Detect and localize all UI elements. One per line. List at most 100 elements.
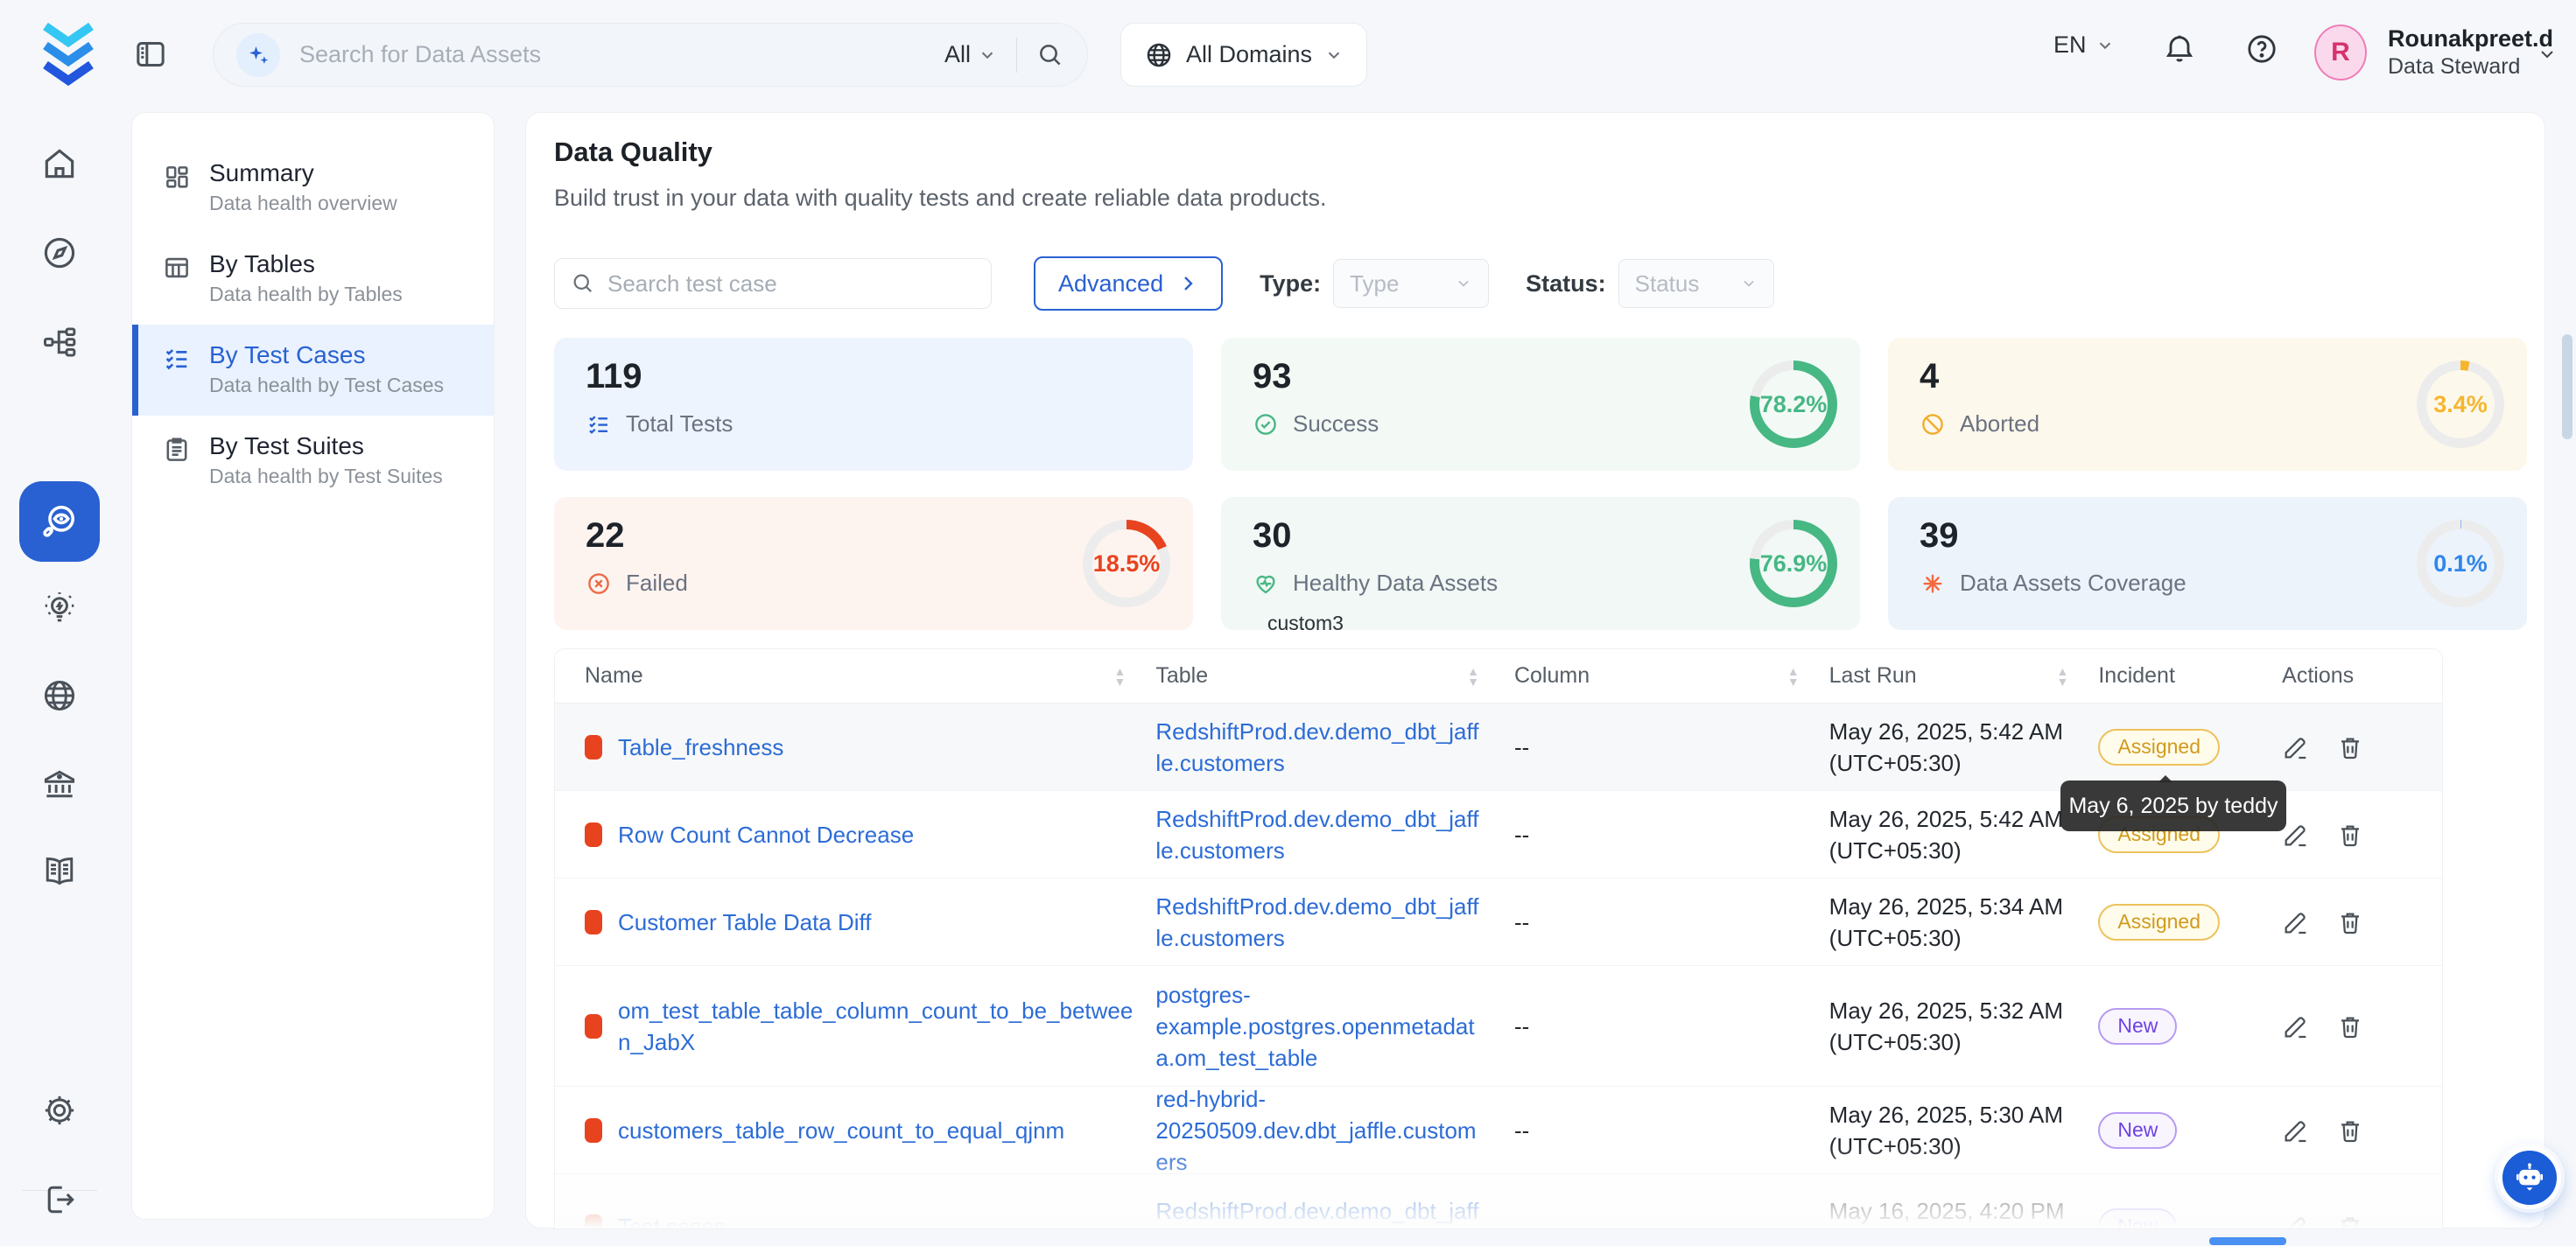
insights-bulb-icon[interactable]: [40, 589, 79, 627]
type-filter-select[interactable]: Type: [1333, 259, 1489, 308]
divider: [1016, 38, 1017, 73]
delete-trash-icon[interactable]: [2336, 1012, 2364, 1040]
tooltip-text: May 6, 2025 by teddy: [2068, 794, 2278, 819]
table-row[interactable]: customers_table_row_count_to_equal_qjnm …: [555, 1087, 2442, 1174]
delete-trash-icon[interactable]: [2336, 1116, 2364, 1144]
chat-assistant-bubble[interactable]: [2498, 1146, 2561, 1209]
last-run-value: May 26, 2025, 5:30 AM (UTC+05:30): [1829, 1102, 2063, 1159]
explore-compass-icon[interactable]: [40, 234, 79, 272]
chevron-down-icon: [1455, 275, 1472, 292]
domains-dropdown[interactable]: All Domains: [1120, 23, 1367, 87]
search-icon[interactable]: [1036, 41, 1064, 69]
delete-trash-icon[interactable]: [2336, 908, 2364, 936]
delete-trash-icon[interactable]: [2336, 1213, 2364, 1230]
test-case-link[interactable]: Test cases: [618, 1211, 726, 1230]
table-row[interactable]: Customer Table Data Diff RedshiftProd.de…: [555, 878, 2442, 966]
column-value: --: [1514, 1214, 1529, 1230]
test-case-link[interactable]: customers_table_row_count_to_equal_qjnm: [618, 1115, 1064, 1146]
nav-item-subtitle: Data health by Tables: [209, 279, 403, 309]
global-search-bar[interactable]: Search for Data Assets All: [213, 23, 1088, 87]
edit-pencil-icon[interactable]: [2282, 1116, 2310, 1144]
test-case-link[interactable]: Table_freshness: [618, 732, 783, 763]
edit-pencil-icon[interactable]: [2282, 821, 2310, 849]
table-row[interactable]: om_test_table_table_column_count_to_be_b…: [555, 966, 2442, 1087]
column-header-column[interactable]: Column ▲▼: [1502, 663, 1817, 689]
horizontal-scrollbar-thumb[interactable]: [2209, 1237, 2286, 1245]
app-logo-icon[interactable]: [35, 19, 102, 89]
table-link[interactable]: RedshiftProd.dev.demo_dbt_jaffle.custome…: [1155, 1198, 1478, 1230]
table-link[interactable]: red-hybrid-20250509.dev.dbt_jaffle.custo…: [1155, 1086, 1476, 1175]
column-header-table[interactable]: Table ▲▼: [1143, 663, 1502, 689]
governance-bank-icon[interactable]: [40, 765, 79, 803]
ban-icon: [1920, 411, 1946, 438]
delete-trash-icon[interactable]: [2336, 733, 2364, 761]
test-case-link[interactable]: om_test_table_table_column_count_to_be_b…: [618, 995, 1143, 1058]
table-link[interactable]: RedshiftProd.dev.demo_dbt_jaffle.custome…: [1155, 718, 1478, 776]
sidebar-collapse-icon[interactable]: [133, 37, 168, 72]
incident-badge[interactable]: Assigned: [2098, 729, 2220, 766]
incident-badge[interactable]: New: [2098, 1008, 2177, 1045]
status-filter-select[interactable]: Status: [1618, 259, 1774, 308]
stat-card-total-tests: 119 Total Tests: [554, 338, 1193, 471]
sort-icon[interactable]: ▲▼: [1467, 667, 1479, 686]
observability-search-eye-icon[interactable]: [19, 481, 100, 562]
global-search-placeholder[interactable]: Search for Data Assets: [299, 41, 944, 68]
topbar: Search for Data Assets All All Domains E…: [0, 0, 2576, 109]
test-case-link[interactable]: Row Count Cannot Decrease: [618, 819, 914, 850]
nav-item-by-test-suites[interactable]: By Test Suites Data health by Test Suite…: [132, 416, 494, 507]
test-case-search-input[interactable]: Search test case: [554, 258, 992, 309]
filter-bar: Search test case Advanced Type: Type Sta…: [554, 256, 1774, 311]
domains-label: All Domains: [1186, 41, 1312, 68]
glossary-book-icon[interactable]: [40, 852, 79, 891]
last-run-value: May 26, 2025, 5:42 AM (UTC+05:30): [1829, 718, 2063, 776]
home-icon[interactable]: [40, 144, 79, 183]
settings-gear-icon[interactable]: [40, 1091, 79, 1130]
column-header-name[interactable]: Name ▲▼: [555, 663, 1143, 689]
vertical-scrollbar-thumb[interactable]: [2562, 334, 2572, 439]
lineage-tree-icon[interactable]: [40, 323, 79, 361]
help-icon[interactable]: [2244, 32, 2279, 66]
language-dropdown[interactable]: EN: [2053, 32, 2115, 59]
logout-icon[interactable]: [40, 1180, 79, 1219]
sort-icon[interactable]: ▲▼: [1114, 667, 1127, 686]
status-failed-indicator: [585, 1214, 602, 1230]
user-avatar[interactable]: R: [2314, 24, 2367, 80]
table-row[interactable]: Test cases RedshiftProd.dev.demo_dbt_jaf…: [555, 1174, 2442, 1229]
sort-icon[interactable]: ▲▼: [2056, 667, 2068, 686]
table-link[interactable]: RedshiftProd.dev.demo_dbt_jaffle.custome…: [1155, 806, 1478, 864]
edit-pencil-icon[interactable]: [2282, 1012, 2310, 1040]
user-menu-chevron-icon[interactable]: [2537, 44, 2558, 65]
column-header-last-run[interactable]: Last Run ▲▼: [1817, 663, 2087, 689]
ai-sparkle-icon[interactable]: [236, 33, 280, 77]
column-header-incident: Incident: [2086, 663, 2270, 689]
nav-item-subtitle: Data health overview: [209, 188, 397, 218]
custom3-label: custom3: [1267, 612, 1344, 635]
last-run-value: May 16, 2025, 4:20 PM (UTC+05:30): [1829, 1198, 2065, 1230]
table-link[interactable]: RedshiftProd.dev.demo_dbt_jaffle.custome…: [1155, 893, 1478, 951]
nav-item-summary[interactable]: Summary Data health overview: [132, 143, 494, 234]
last-run-value: May 26, 2025, 5:42 AM (UTC+05:30): [1829, 806, 2063, 864]
stat-value: 119: [586, 357, 1193, 396]
ring-percentage: 76.9%: [1750, 520, 1837, 607]
test-case-link[interactable]: Customer Table Data Diff: [618, 906, 872, 938]
sort-icon[interactable]: ▲▼: [1787, 667, 1800, 686]
edit-pencil-icon[interactable]: [2282, 1213, 2310, 1230]
notifications-bell-icon[interactable]: [2162, 32, 2197, 66]
nav-item-by-test-cases[interactable]: By Test Cases Data health by Test Cases: [132, 325, 494, 416]
table-link[interactable]: postgres-example.postgres.openmetadata.o…: [1155, 982, 1474, 1071]
search-scope-dropdown[interactable]: All: [944, 41, 1016, 68]
incident-badge[interactable]: New: [2098, 1112, 2177, 1149]
user-menu[interactable]: Rounakpreet.d Data Steward: [2388, 24, 2553, 80]
advanced-filter-button[interactable]: Advanced: [1034, 256, 1223, 311]
edit-pencil-icon[interactable]: [2282, 733, 2310, 761]
column-value: --: [1514, 734, 1529, 760]
search-icon: [571, 271, 595, 296]
nav-item-by-tables[interactable]: By Tables Data health by Tables: [132, 234, 494, 325]
edit-pencil-icon[interactable]: [2282, 908, 2310, 936]
incident-badge[interactable]: Assigned: [2098, 904, 2220, 941]
incident-badge[interactable]: New: [2098, 1208, 2177, 1230]
domains-globe-icon[interactable]: [40, 676, 79, 715]
stat-card-healthy-data-assets: 30 Healthy Data Assets 76.9%: [1221, 497, 1860, 630]
test-cases-table: Name ▲▼ Table ▲▼ Column ▲▼ Last Run ▲▼ I…: [554, 648, 2443, 1229]
delete-trash-icon[interactable]: [2336, 821, 2364, 849]
